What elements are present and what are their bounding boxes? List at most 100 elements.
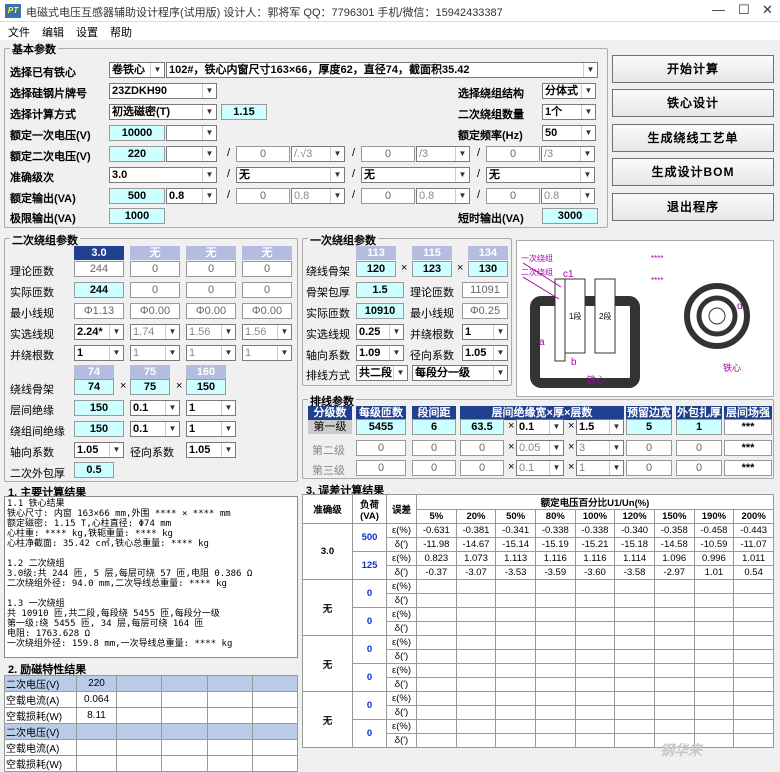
v2-select[interactable]: ▼	[166, 146, 217, 162]
out-d-pf-select[interactable]: 0.8 ▼	[541, 188, 595, 204]
sec-radial-select[interactable]: 1.05 ▼	[186, 442, 236, 458]
v1-input[interactable]: 10000	[109, 125, 165, 141]
pri-bobbin-input[interactable]: 123	[412, 261, 452, 277]
struct-select[interactable]: 分体式 ▼	[542, 83, 596, 99]
sec-par-select[interactable]: 1 ▼	[130, 345, 180, 361]
v2b-select[interactable]: /.√3 ▼	[291, 146, 345, 162]
out-d-input[interactable]: 0	[486, 188, 540, 204]
layout-wrap[interactable]: 1	[676, 419, 722, 435]
core-type-select[interactable]: 卷铁心 ▼	[109, 62, 165, 78]
sec-wind-ins-select[interactable]: 1 ▼	[186, 421, 236, 437]
acc-c-select[interactable]: 无 ▼	[361, 167, 470, 183]
pri-arr-select[interactable]: 共二段 ▼	[356, 365, 408, 381]
sec-layer-ins-select[interactable]: 0.1 ▼	[130, 400, 180, 416]
layout-margin[interactable]: 0	[626, 440, 672, 456]
pri-act-input[interactable]: 10910	[356, 303, 404, 319]
layout-ins-w[interactable]: 63.5	[460, 419, 504, 435]
sec-bobbin-input[interactable]: 75	[130, 379, 170, 395]
layout-gap[interactable]: 0	[412, 460, 456, 476]
flux-density-input[interactable]: 1.15	[221, 104, 267, 120]
menu-file[interactable]: 文件	[8, 24, 30, 40]
layout-margin[interactable]: 5	[626, 419, 672, 435]
sec-actual-turns[interactable]: 244	[74, 282, 124, 298]
sec-wrap-input[interactable]: 0.5	[74, 462, 114, 478]
acc-select[interactable]: 3.0 ▼	[109, 167, 217, 183]
sec-par-select[interactable]: 1 ▼	[74, 345, 124, 361]
calc-select[interactable]: 初选磁密(T) ▼	[109, 104, 217, 120]
core-design-button[interactable]: 铁心设计	[612, 89, 774, 117]
sec-layer-ins-select[interactable]: 1 ▼	[186, 400, 236, 416]
pri-arr2-select[interactable]: 每段分一级 ▼	[412, 365, 508, 381]
layout-ins-n[interactable]: 3 ▼	[576, 440, 624, 456]
sec-axial-select[interactable]: 1.05 ▼	[74, 442, 124, 458]
layout-gap[interactable]: 6	[412, 419, 456, 435]
start-calc-button[interactable]: 开始计算	[612, 55, 774, 83]
out-pf-select[interactable]: 0.8 ▼	[166, 188, 217, 204]
v1-select[interactable]: ▼	[166, 125, 217, 141]
out-b-pf-select[interactable]: 0.8 ▼	[291, 188, 345, 204]
pri-axial-select[interactable]: 1.09 ▼	[356, 345, 404, 361]
v2b-input[interactable]: 0	[236, 146, 290, 162]
acc-b-select[interactable]: 无 ▼	[236, 167, 345, 183]
layout-ins-n[interactable]: 1.5 ▼	[576, 419, 624, 435]
sec-bobbin-input[interactable]: 150	[186, 379, 226, 395]
exit-button[interactable]: 退出程序	[612, 193, 774, 221]
sec-actual-turns[interactable]: 0	[130, 282, 180, 298]
short-input[interactable]: 3000	[542, 208, 598, 224]
results-textarea[interactable]: 1.1 铁心结果 铁心尺寸: 内窗 163×66 mm,外围 **** × **…	[4, 496, 298, 658]
sec-wind-ins-select[interactable]: 0.1 ▼	[130, 421, 180, 437]
pri-wall-input[interactable]: 1.5	[356, 282, 404, 298]
layout-ins-n[interactable]: 1 ▼	[576, 460, 624, 476]
maximize-icon[interactable]: ☐	[738, 2, 750, 18]
layout-ins-t[interactable]: 0.1 ▼	[516, 460, 564, 476]
layout-ins-t[interactable]: 0.1 ▼	[516, 419, 564, 435]
layout-turns[interactable]: 0	[356, 440, 406, 456]
v2c-select[interactable]: /3 ▼	[416, 146, 470, 162]
menu-help[interactable]: 帮助	[110, 24, 132, 40]
sec-par-select[interactable]: 1 ▼	[186, 345, 236, 361]
v2d-select[interactable]: /3 ▼	[541, 146, 595, 162]
layout-wrap[interactable]: 0	[676, 460, 722, 476]
winding-sheet-button[interactable]: 生成绕线工艺单	[612, 124, 774, 152]
pri-par-select[interactable]: 1 ▼	[462, 324, 508, 340]
bom-button[interactable]: 生成设计BOM	[612, 158, 774, 186]
layout-ins-w[interactable]: 0	[460, 460, 504, 476]
pri-sel-select[interactable]: 0.25 ▼	[356, 324, 404, 340]
pri-bobbin-input[interactable]: 120	[356, 261, 396, 277]
sec-gauge-select[interactable]: 1.56 ▼	[186, 324, 236, 340]
sec-gauge-select[interactable]: 1.74 ▼	[130, 324, 180, 340]
pri-radial-select[interactable]: 1.05 ▼	[462, 345, 508, 361]
acc-d-select[interactable]: 无 ▼	[486, 167, 595, 183]
layout-ins-w[interactable]: 0	[460, 440, 504, 456]
sec-bobbin-input[interactable]: 74	[74, 379, 114, 395]
menu-edit[interactable]: 编辑	[42, 24, 64, 40]
core-desc-select[interactable]: 102#，铁心内窗尺寸163×66，厚度62，直径74，截面积35.42 ▼	[166, 62, 598, 78]
layout-gap[interactable]: 0	[412, 440, 456, 456]
pri-bobbin-input[interactable]: 130	[468, 261, 508, 277]
layout-margin[interactable]: 0	[626, 460, 672, 476]
v2-input[interactable]: 220	[109, 146, 165, 162]
limit-input[interactable]: 1000	[109, 208, 165, 224]
layout-wrap[interactable]: 0	[676, 440, 722, 456]
sec-actual-turns[interactable]: 0	[186, 282, 236, 298]
menu-settings[interactable]: 设置	[76, 24, 98, 40]
out-input[interactable]: 500	[109, 188, 165, 204]
steel-select[interactable]: 23ZDKH90 ▼	[109, 83, 217, 99]
sec-actual-turns[interactable]: 0	[242, 282, 292, 298]
v2c-input[interactable]: 0	[361, 146, 415, 162]
out-c-pf-select[interactable]: 0.8 ▼	[416, 188, 470, 204]
layout-turns[interactable]: 5455	[356, 419, 406, 435]
sec-gauge-select[interactable]: 1.56 ▼	[242, 324, 292, 340]
layout-ins-t[interactable]: 0.05 ▼	[516, 440, 564, 456]
sec-par-select[interactable]: 1 ▼	[242, 345, 292, 361]
out-c-input[interactable]: 0	[361, 188, 415, 204]
v2d-input[interactable]: 0	[486, 146, 540, 162]
sec-wind-ins-input[interactable]: 150	[74, 421, 124, 437]
minimize-icon[interactable]: —	[712, 2, 725, 17]
out-b-input[interactable]: 0	[236, 188, 290, 204]
sec-layer-ins-input[interactable]: 150	[74, 400, 124, 416]
sec-gauge-select[interactable]: 2.24* ▼	[74, 324, 124, 340]
close-icon[interactable]: ✕	[762, 2, 773, 18]
freq-select[interactable]: 50 ▼	[542, 125, 596, 141]
n2-select[interactable]: 1个 ▼	[542, 104, 596, 120]
